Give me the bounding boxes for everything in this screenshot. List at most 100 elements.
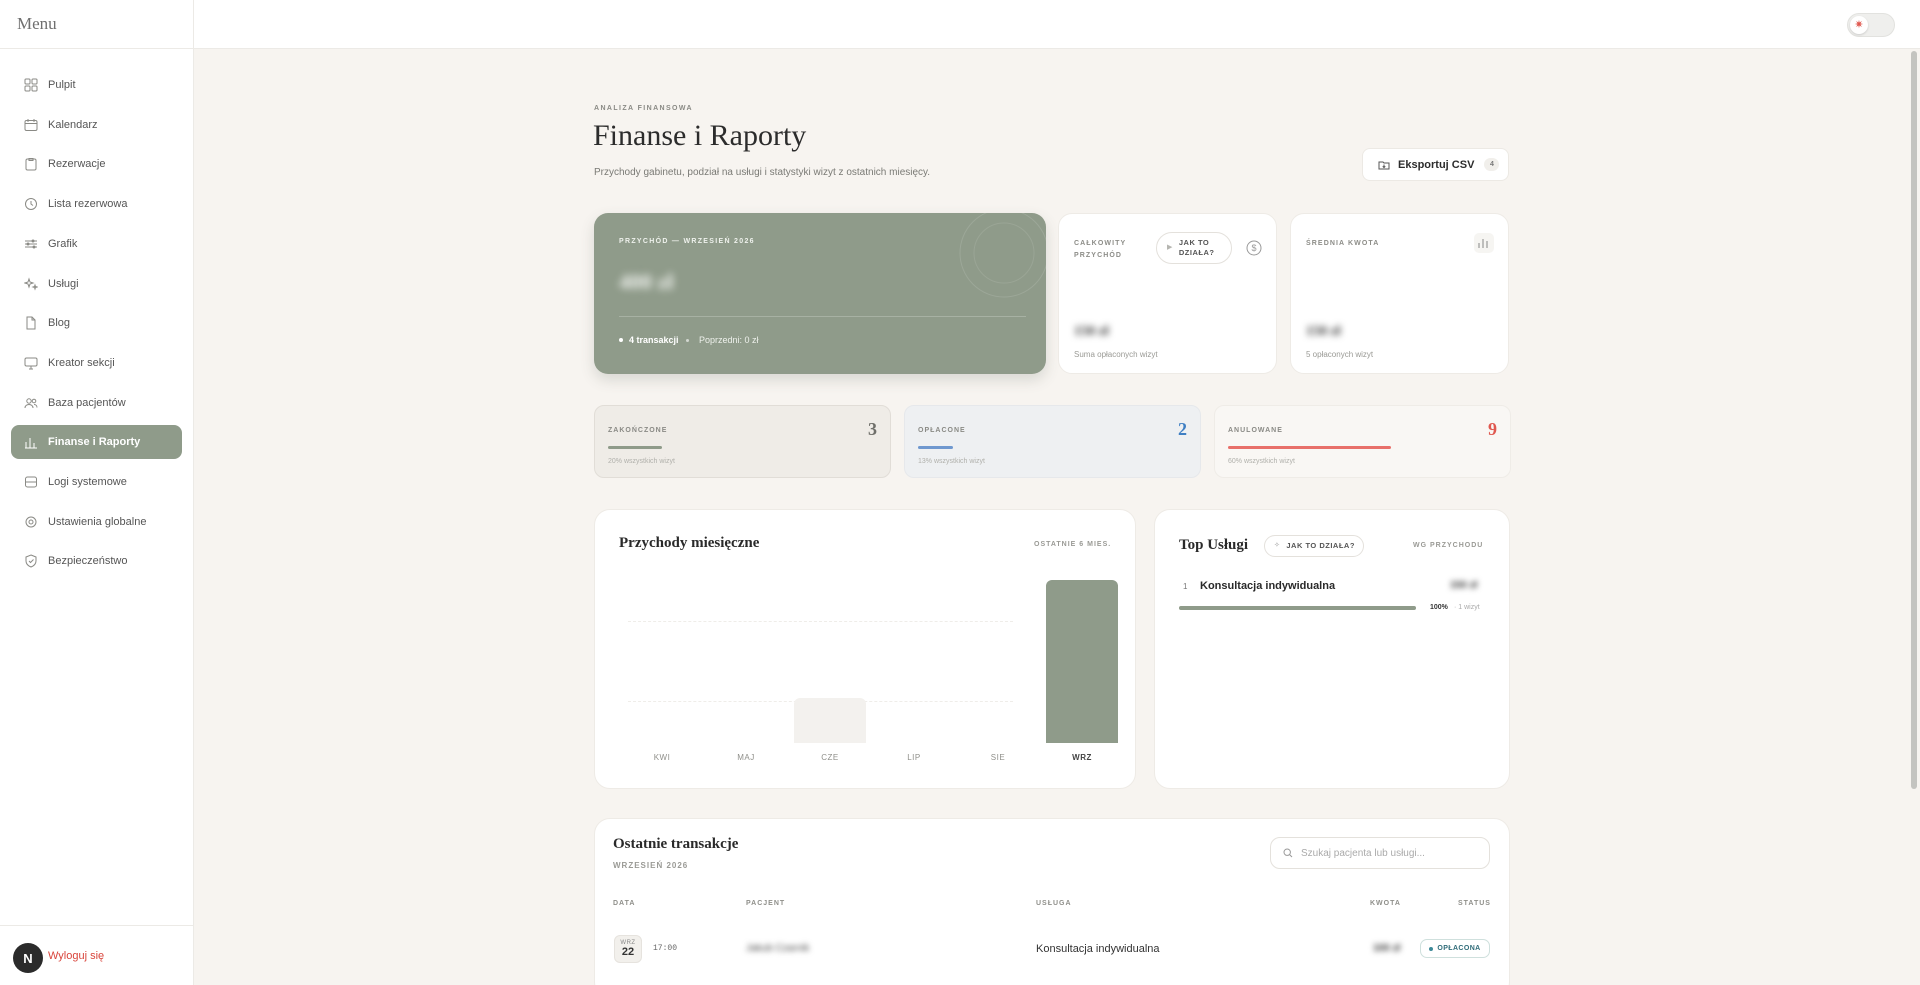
col-status: STATUS (1458, 900, 1491, 907)
sidebar-item-rezerwacje[interactable]: Rezerwacje (11, 147, 182, 181)
sidebar-item-finanse-i-raporty[interactable]: Finanse i Raporty (11, 425, 182, 460)
status-card-bar (608, 446, 662, 449)
total-revenue-label: CAŁKOWITY PRZYCHÓD (1074, 240, 1127, 259)
sidebar-item-ustawienia-globalne[interactable]: Ustawienia globalne (11, 505, 182, 539)
sparkles-icon: ✧ (1274, 542, 1281, 549)
status-card-value: 9 (1488, 419, 1497, 439)
document-icon (26, 316, 36, 330)
row-amount: 100 zł (1373, 943, 1401, 954)
service-visit-count: · 1 wizyt (1454, 604, 1480, 611)
sidebar-item-blog[interactable]: Blog (11, 306, 182, 340)
chart-x-label: KWI (653, 753, 671, 762)
sidebar-item-lista-rezerwowa[interactable]: Lista rezerwowa (11, 187, 182, 221)
service-amount: 150 zł (1450, 580, 1478, 591)
status-card-sub: 20% wszystkich wizyt (608, 458, 675, 465)
chart-bar-wrz[interactable] (1046, 580, 1118, 743)
sun-icon: ✷ (1850, 16, 1868, 34)
page-subtitle: Przychody gabinetu, podział na usługi i … (594, 167, 931, 178)
status-card-value: 3 (868, 419, 877, 439)
svg-text:$: $ (1251, 243, 1256, 253)
scrollbar[interactable] (1908, 49, 1920, 985)
status-card-bar (1228, 446, 1391, 449)
calendar-icon (24, 118, 38, 131)
sidebar-item-label: Rezerwacje (48, 158, 106, 171)
service-share-fill (1179, 606, 1416, 610)
status-card-bar (918, 446, 953, 449)
col-patient: PACJENT (746, 900, 786, 907)
search-icon (1283, 848, 1293, 858)
row-service: Konsultacja indywidualna (1036, 943, 1160, 955)
sidebar-item-logi-systemowe[interactable]: Logi systemowe (11, 465, 182, 499)
sidebar-item-kreator-sekcji[interactable]: Kreator sekcji (11, 346, 182, 380)
sidebar-item-label: Bezpieczeństwo (48, 555, 128, 568)
sidebar-item-grafik[interactable]: Grafik (11, 227, 182, 261)
average-amount-label: ŚREDNIA KWOTA (1306, 240, 1380, 247)
average-amount-value: 150 zł (1306, 324, 1341, 339)
bar-chart-icon (1474, 233, 1494, 253)
search-input[interactable] (1301, 847, 1481, 859)
sidebar-item-usługi[interactable]: Usługi (11, 267, 182, 301)
hero-divider (619, 316, 1026, 317)
top-services-how-button[interactable]: ✧ JAK TO DZIAŁA? (1264, 535, 1364, 557)
sidebar-item-kalendarz[interactable]: Kalendarz (11, 108, 182, 142)
dollar-icon: $ (1246, 240, 1262, 256)
sidebar-item-pulpit[interactable]: Pulpit (11, 68, 182, 102)
row-time: 17:00 (653, 944, 678, 953)
total-revenue-sub: Suma opłaconych wizyt (1074, 350, 1158, 359)
row-patient: Jakub Czarnik (746, 943, 810, 954)
sidebar-item-baza-pacjentów[interactable]: Baza pacjentów (11, 386, 182, 420)
database-icon (25, 476, 37, 488)
sidebar-item-label: Usługi (48, 277, 79, 290)
monthly-revenue-title: Przychody miesięczne (619, 535, 760, 551)
service-share-pct: 100% (1430, 604, 1448, 611)
status-badge: OPŁACONA (1420, 939, 1490, 958)
sidebar-item-bezpieczeństwo[interactable]: Bezpieczeństwo (11, 544, 182, 578)
menu-title: Menu (17, 14, 57, 33)
play-icon: ▶ (1167, 244, 1173, 251)
sidebar-item-label: Lista rezerwowa (48, 198, 128, 211)
hero-value: 400 zł (619, 269, 674, 294)
sidebar-footer: N Wyloguj się (0, 925, 193, 985)
service-name: Konsultacja indywidualna (1200, 580, 1336, 592)
chart-bar-cze[interactable] (794, 698, 866, 743)
sparkles-icon (24, 276, 38, 291)
sidebar-item-label: Pulpit (48, 79, 76, 91)
sidebar-item-label: Blog (48, 317, 71, 330)
scrollbar-thumb[interactable] (1911, 51, 1917, 789)
search-field[interactable] (1270, 837, 1490, 869)
chart-x-label: SIE (990, 753, 1006, 762)
export-count-badge: 4 (1484, 158, 1500, 171)
status-card-zakończone: ZAKOŃCZONE 3 20% wszystkich wizyt (594, 405, 891, 478)
monthly-revenue-range: OSTATNIE 6 MIES. (1034, 541, 1112, 548)
status-card-label: ZAKOŃCZONE (608, 427, 668, 434)
sidebar-item-label: Logi systemowe (48, 476, 127, 488)
monitor-icon (24, 357, 38, 370)
status-card-label: ANULOWANE (1228, 427, 1283, 434)
status-card-label: OPŁACONE (918, 427, 966, 434)
sidebar: Pulpit Kalendarz Rezerwacje Lista rezerwowa… (0, 49, 194, 985)
date-badge: WRZ 22 (614, 935, 642, 963)
how-it-works-button[interactable]: ▶ JAK TO DZIAŁA? (1156, 232, 1232, 264)
theme-toggle[interactable]: ✷ (1847, 13, 1895, 37)
how-it-works-label: JAK TO DZIAŁA? (1178, 238, 1215, 257)
export-csv-button[interactable]: Eksportuj CSV 4 (1362, 148, 1509, 181)
clipboard-icon (25, 158, 37, 171)
chart-x-label: LIP (907, 753, 921, 762)
average-amount-card: ŚREDNIA KWOTA 150 zł 5 opłaconych wizyt (1290, 213, 1509, 374)
clock-icon (25, 198, 37, 211)
status-card-anulowane: ANULOWANE 9 60% wszystkich wizyt (1214, 405, 1511, 478)
col-service: USŁUGA (1036, 900, 1072, 907)
bar-chart-icon (25, 438, 37, 449)
sidebar-item-label: Kalendarz (48, 118, 98, 131)
chart-x-label: CZE (821, 753, 839, 762)
top-services-how-label: JAK TO DZIAŁA? (1286, 541, 1355, 550)
sliders-icon (25, 239, 37, 249)
transactions-period: WRZESIEŃ 2026 (613, 861, 689, 870)
logout-button[interactable]: Wyloguj się (48, 950, 104, 962)
status-card-sub: 13% wszystkich wizyt (918, 458, 985, 465)
users-icon (24, 397, 38, 408)
total-revenue-card: CAŁKOWITY PRZYCHÓD ▶ JAK TO DZIAŁA? $ 150 … (1058, 213, 1277, 374)
service-rank: 1 (1183, 582, 1188, 591)
avatar[interactable]: N (13, 943, 43, 973)
sidebar-item-label: Baza pacjentów (48, 396, 126, 409)
